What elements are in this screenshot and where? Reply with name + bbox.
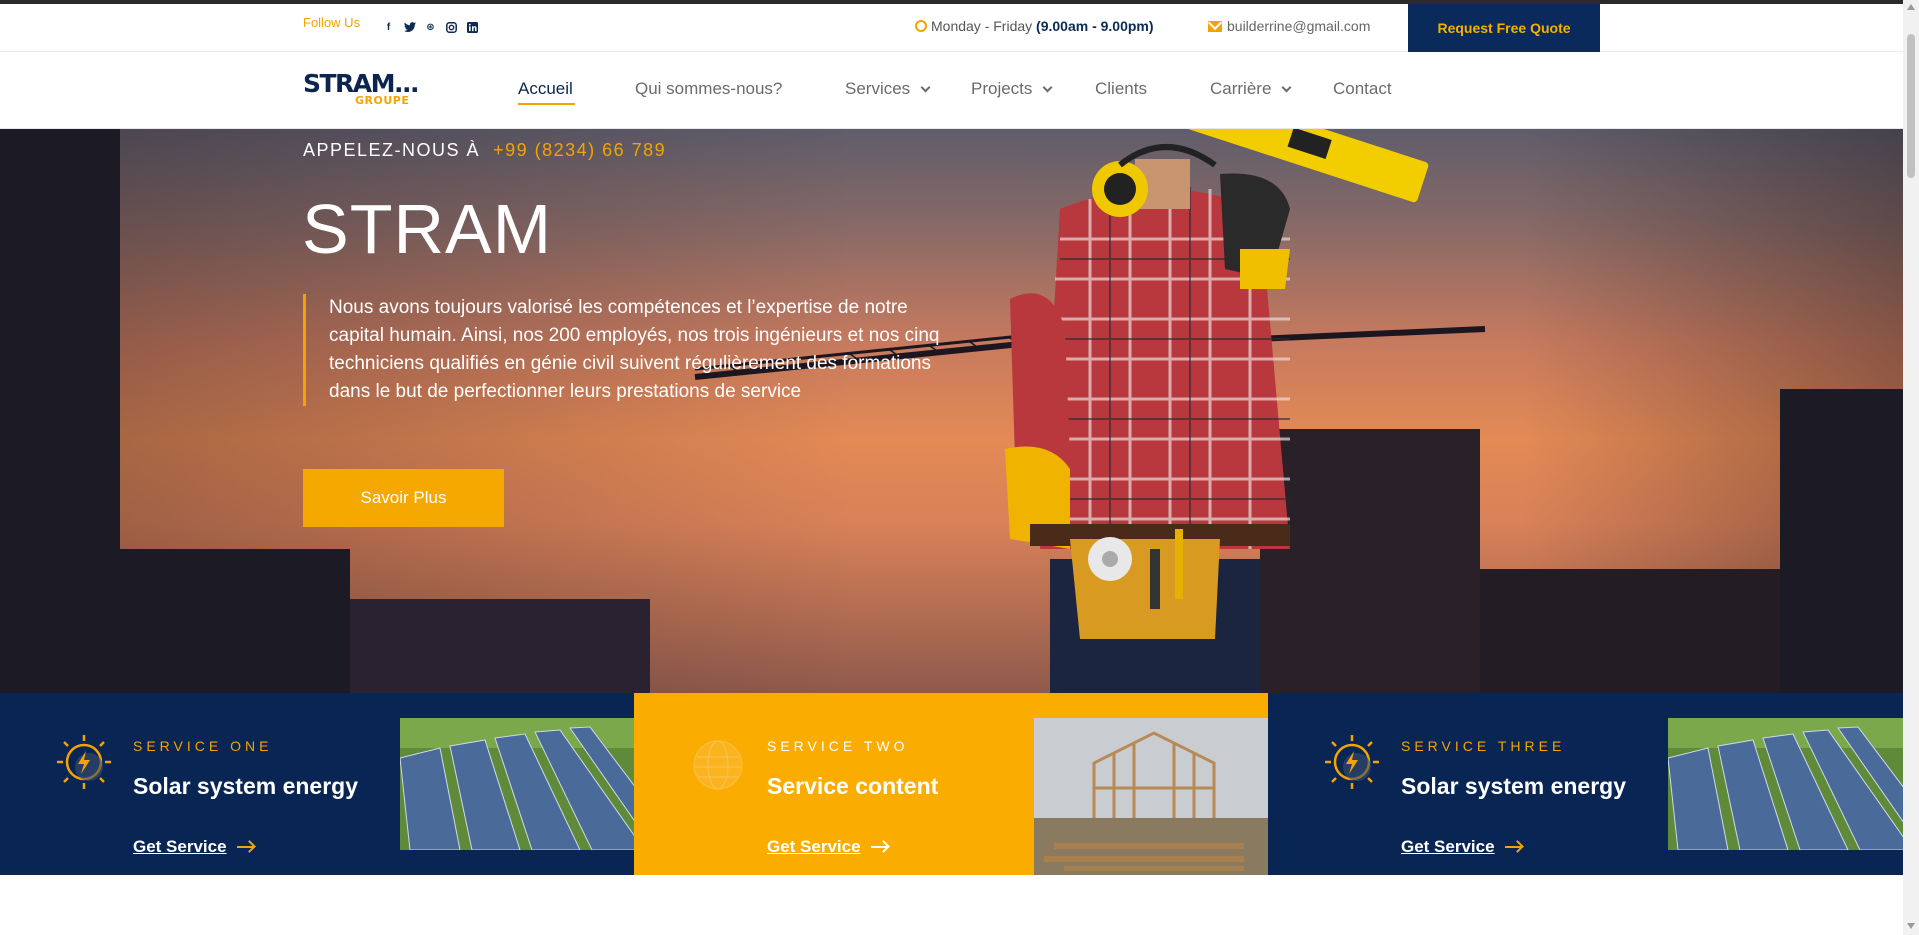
globe-icon bbox=[693, 740, 743, 790]
hero-banner: APPELEZ-NOUS À +99 (8234) 66 789 STRAM N… bbox=[0, 129, 1903, 693]
nav-label: Carrière bbox=[1210, 79, 1272, 98]
hero-title: STRAM bbox=[302, 190, 552, 268]
nav-item-projects[interactable]: Projects bbox=[971, 79, 1053, 99]
nav-label: Accueil bbox=[518, 79, 573, 98]
arrow-right-icon bbox=[870, 846, 887, 848]
hero-description: Nous avons toujours valorisé les compéte… bbox=[303, 294, 943, 406]
nav-item-accueil[interactable]: Accueil bbox=[518, 79, 575, 105]
service-card-two: SERVICE TWO Service content Get Service bbox=[634, 693, 1270, 875]
call-us: APPELEZ-NOUS À +99 (8234) 66 789 bbox=[303, 140, 666, 161]
service-label: SERVICE THREE bbox=[1401, 738, 1566, 754]
arrow-right-icon bbox=[1504, 846, 1521, 848]
chevron-down-icon bbox=[1281, 82, 1292, 92]
nav-label: Contact bbox=[1333, 79, 1392, 98]
hours-days: Monday - Friday bbox=[931, 18, 1037, 34]
email-text: builderrine@gmail.com bbox=[1227, 18, 1371, 34]
solar-energy-icon bbox=[1325, 735, 1379, 789]
service-label: SERVICE ONE bbox=[133, 738, 273, 754]
construction-worker-image bbox=[1005, 129, 1429, 693]
facebook-icon[interactable]: f bbox=[382, 21, 395, 34]
get-service-link[interactable]: Get Service bbox=[133, 837, 253, 857]
services-strip: SERVICE ONE Solar system energy Get Serv… bbox=[0, 693, 1904, 875]
logo-subtitle: GROUPE bbox=[355, 94, 410, 107]
service-title: Solar system energy bbox=[133, 773, 359, 799]
arrow-right-icon bbox=[236, 846, 253, 848]
vertical-scrollbar[interactable] bbox=[1903, 0, 1919, 935]
nav-label: Projects bbox=[971, 79, 1033, 98]
building-silhouette bbox=[120, 549, 350, 693]
dribbble-icon[interactable]: ⊛ bbox=[424, 21, 437, 34]
service-label: SERVICE TWO bbox=[767, 738, 909, 754]
nav-label: Services bbox=[845, 79, 911, 98]
nav-item-qui-sommes-nous[interactable]: Qui sommes-nous? bbox=[635, 79, 782, 99]
call-label: APPELEZ-NOUS À bbox=[303, 140, 481, 160]
solar-panels-image bbox=[1668, 718, 1904, 850]
link-text: Get Service bbox=[133, 837, 227, 856]
business-hours: Monday - Friday (9.00am - 9.00pm) bbox=[915, 18, 1154, 34]
service-title: Solar system energy bbox=[1401, 773, 1627, 799]
service-card-three: SERVICE THREE Solar system energy Get Se… bbox=[1268, 693, 1904, 875]
twitter-icon[interactable] bbox=[403, 21, 416, 34]
building-silhouette bbox=[1780, 389, 1903, 693]
linkedin-icon[interactable] bbox=[466, 21, 479, 34]
follow-us-label: Follow Us bbox=[303, 15, 361, 30]
link-text: Get Service bbox=[1401, 837, 1495, 856]
building-silhouette bbox=[0, 129, 120, 693]
chevron-down-icon bbox=[920, 82, 931, 92]
scroll-down-arrow-icon[interactable] bbox=[1907, 923, 1915, 929]
phone-number-link[interactable]: +99 (8234) 66 789 bbox=[493, 140, 666, 160]
site-logo[interactable]: STRAM... GROUPE bbox=[303, 69, 423, 108]
house-framing-image bbox=[1034, 718, 1270, 875]
instagram-icon[interactable] bbox=[445, 21, 458, 34]
chevron-down-icon bbox=[1042, 82, 1053, 92]
nav-item-services[interactable]: Services bbox=[845, 79, 931, 99]
social-links: f ⊛ bbox=[382, 21, 479, 34]
main-navbar: STRAM... GROUPE Accueil Qui sommes-nous?… bbox=[0, 52, 1903, 129]
envelope-icon bbox=[1208, 21, 1222, 32]
nav-item-clients[interactable]: Clients bbox=[1095, 79, 1147, 99]
nav-label: Qui sommes-nous? bbox=[635, 79, 783, 98]
nav-label: Clients bbox=[1095, 79, 1147, 98]
contact-email[interactable]: builderrine@gmail.com bbox=[1208, 18, 1370, 34]
scrollbar-thumb[interactable] bbox=[1907, 34, 1915, 178]
request-quote-button[interactable]: Request Free Quote bbox=[1408, 4, 1600, 52]
nav-item-carriere[interactable]: Carrière bbox=[1210, 79, 1292, 99]
savoir-plus-button[interactable]: Savoir Plus bbox=[303, 469, 504, 527]
service-title: Service content bbox=[767, 773, 939, 799]
link-text: Get Service bbox=[767, 837, 861, 856]
top-info-bar: Follow Us f ⊛ Monday - Friday (9.00am - … bbox=[0, 4, 1903, 52]
solar-energy-icon bbox=[57, 735, 111, 789]
get-service-link[interactable]: Get Service bbox=[767, 837, 887, 857]
nav-item-contact[interactable]: Contact bbox=[1333, 79, 1392, 99]
service-card-one: SERVICE ONE Solar system energy Get Serv… bbox=[0, 693, 636, 875]
solar-panels-image bbox=[400, 718, 636, 850]
get-service-link[interactable]: Get Service bbox=[1401, 837, 1521, 857]
clock-icon bbox=[915, 20, 927, 32]
scroll-up-arrow-icon[interactable] bbox=[1907, 4, 1915, 10]
building-silhouette bbox=[1480, 569, 1780, 693]
hours-time: (9.00am - 9.00pm) bbox=[1036, 18, 1154, 34]
building-silhouette bbox=[350, 599, 650, 693]
logo-wordmark: STRAM... bbox=[303, 69, 420, 98]
